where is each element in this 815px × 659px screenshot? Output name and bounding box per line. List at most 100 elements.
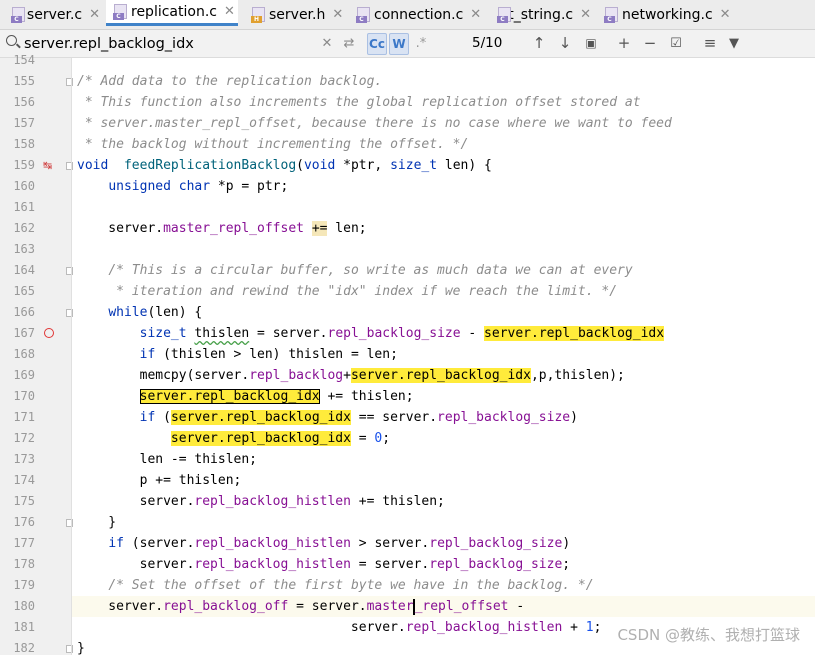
line-number: 182 (13, 641, 35, 655)
line-number: 176 (13, 515, 35, 529)
tab-replication-c[interactable]: Creplication.c ✕ (106, 0, 238, 26)
line-number: 156 (13, 95, 35, 109)
line-number: 180 (13, 599, 35, 613)
code-token: > server. (350, 536, 430, 551)
line-number: 163 (13, 242, 35, 256)
tab-label: connection.c (374, 6, 464, 23)
remove-occurrence-icon[interactable]: − (640, 33, 660, 53)
line-number-gutter[interactable]: 154 155 156 157 158 159 ↹ 160 161 162 163 164 165 166… (0, 53, 73, 655)
c-source-file-icon: C (603, 6, 618, 23)
code-token: server.repl_backlog_idx (350, 368, 531, 383)
tab-t_string-c[interactable]: Ct_string.c ✕ (490, 0, 591, 29)
code-token: * the backlog without incrementing the o… (77, 137, 469, 152)
filter-icon[interactable]: ▼ (724, 33, 744, 53)
code-line: * This function also increments the glob… (77, 92, 641, 113)
code-token: repl_backlog_off (163, 599, 289, 614)
code-line: memcpy(server.repl_backlog+server.repl_b… (77, 365, 625, 386)
line-number: 168 (13, 347, 35, 361)
code-token: *ptr, (335, 158, 391, 173)
implementation-marker-icon[interactable]: ↹ (43, 155, 52, 176)
regex-toggle[interactable]: .* (413, 34, 429, 53)
code-token: ( (296, 158, 304, 173)
code-token: if (108, 536, 124, 551)
close-tab-icon[interactable]: ✕ (580, 7, 591, 22)
tab-label: replication.c (131, 3, 217, 20)
next-occurrence-icon[interactable]: ↓ (555, 33, 575, 53)
line-number: 172 (13, 431, 35, 445)
code-line: p += thislen; (77, 470, 242, 491)
code-token: ( (155, 410, 171, 425)
tab-networking-c[interactable]: Cnetworking.c ✕ (597, 0, 737, 29)
close-tab-icon[interactable]: ✕ (470, 7, 481, 22)
code-token: ; (593, 620, 602, 635)
code-token: server. (77, 557, 195, 572)
filter-settings-icon[interactable]: ≡ (700, 33, 720, 53)
code-line: * the backlog without incrementing the o… (77, 134, 469, 155)
code-line: /* Set the offset of the first byte we h… (77, 575, 593, 596)
code-line: } (77, 638, 85, 659)
c-source-file-icon: C (112, 3, 127, 20)
code-line: unsigned char *p = ptr; (77, 176, 288, 197)
code-token: repl_backlog (249, 368, 344, 383)
code-token: /* Add data to the replication backlog. (77, 74, 383, 89)
code-token: (thislen > len) thislen = len; (155, 347, 398, 362)
tab-server-c[interactable]: Cserver.c ✕ (4, 0, 100, 29)
close-tab-icon[interactable]: ✕ (720, 7, 731, 22)
search-input[interactable] (22, 31, 316, 57)
line-number: 165 (13, 284, 35, 298)
close-tab-icon[interactable]: ✕ (332, 7, 343, 22)
code-token: size_t (139, 326, 187, 341)
code-token: } (77, 515, 117, 530)
code-line: while(len) { (77, 302, 202, 323)
code-line: len -= thislen; (77, 449, 257, 470)
line-number: 173 (13, 452, 35, 466)
close-tab-icon[interactable]: ✕ (224, 4, 235, 19)
code-token: - (508, 599, 525, 614)
code-token: if (139, 410, 156, 425)
code-line (77, 50, 163, 71)
tab-server-h[interactable]: Hserver.h ✕ (244, 0, 344, 29)
line-number: 164 (13, 263, 35, 277)
clear-search-icon[interactable]: ✕ (320, 34, 334, 53)
search-icon[interactable] (6, 35, 17, 46)
code-token: repl_backlog_histlen (194, 494, 351, 509)
line-number: 170 (13, 389, 35, 403)
add-occurrence-icon[interactable]: + (614, 33, 634, 53)
select-all-matches-icon[interactable]: ☑ (666, 33, 686, 53)
code-token: repl_backlog_size (327, 326, 461, 341)
previous-occurrence-icon[interactable]: ↑ (529, 33, 549, 53)
select-all-occurrences-icon[interactable]: ▣ (581, 33, 601, 53)
whole-words-toggle[interactable]: W (389, 33, 409, 55)
code-token: * iteration and rewind the "idx" index i… (108, 284, 618, 299)
c-source-file-icon: C (10, 6, 25, 23)
code-line: server.repl_backlog_off = server.master_… (77, 596, 524, 617)
breakpoint-icon[interactable] (44, 328, 54, 338)
code-token: *p = ptr; (210, 179, 289, 194)
c-source-file-icon: C (496, 6, 511, 23)
line-number: 154 (13, 53, 35, 67)
line-number: 178 (13, 557, 35, 571)
code-token: feedReplicationBacklog (123, 158, 297, 173)
tab-connection-c[interactable]: Cconnection.c ✕ (349, 0, 484, 29)
line-number: 169 (13, 368, 35, 382)
editor-tab-bar: Cserver.c ✕ Creplication.c ✕ Hserver.h ✕ Cconn… (0, 0, 815, 30)
tab-label: t_string.c (508, 6, 574, 23)
line-number: 160 (13, 179, 35, 193)
replace-toggle-icon[interactable]: ⇄ (341, 34, 357, 53)
code-token: repl_backlog_size (429, 536, 563, 551)
code-token: + (562, 620, 586, 635)
code-line: /* This is a circular buffer, so write a… (77, 260, 632, 281)
code-token: += thislen; (350, 494, 445, 509)
close-tab-icon[interactable]: ✕ (89, 7, 100, 22)
line-number: 155 (13, 74, 35, 88)
line-number: 157 (13, 116, 35, 130)
code-line: if (server.repl_backlog_idx == server.re… (77, 407, 578, 428)
match-case-toggle[interactable]: Cc (367, 33, 387, 55)
code-line: size_t thislen = server.repl_backlog_siz… (77, 323, 665, 344)
